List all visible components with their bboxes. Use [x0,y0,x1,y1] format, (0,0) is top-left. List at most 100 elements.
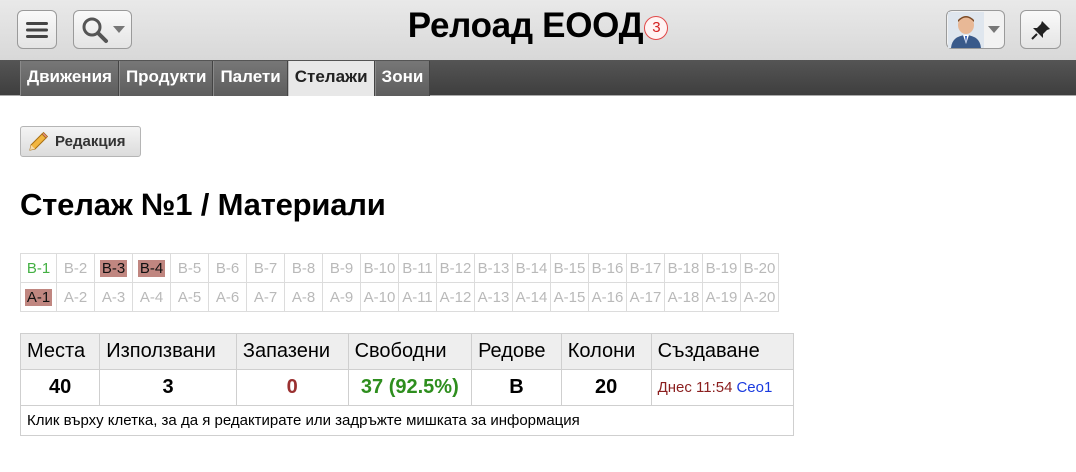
rack-cell-label: В-19 [705,259,738,277]
rack-cell[interactable]: В-6 [208,253,247,283]
rack-cell[interactable]: А-3 [94,282,133,312]
rack-cell[interactable]: А-7 [246,282,285,312]
rack-cell-label: В-5 [177,259,202,277]
rack-cell-label: В-20 [743,259,776,277]
tab-zones[interactable]: Зони [374,61,431,96]
rack-cell[interactable]: А-10 [360,282,399,312]
rack-cell[interactable]: В-2 [56,253,95,283]
rack-cell[interactable]: А-20 [740,282,779,312]
rack-cell[interactable]: А-13 [474,282,513,312]
rack-cell[interactable]: А-9 [322,282,361,312]
tab-pallets[interactable]: Палети [213,61,288,96]
rack-cell[interactable]: А-17 [626,282,665,312]
rack-cell[interactable]: В-7 [246,253,285,283]
rack-cell[interactable]: В-13 [474,253,513,283]
rack-cell-label: В-4 [137,259,166,277]
rack-cell[interactable]: В-9 [322,253,361,283]
rack-row: В-1 В-2 В-3 В-4 В-5 В-6 В-7 В-8 В-9 В-10 В-11 В-12 В… [20,253,779,283]
rack-cell[interactable]: В-4 [132,253,171,283]
pencil-icon [29,131,49,151]
header-created: Създаване [650,333,795,370]
rack-cell-label: В-16 [591,259,624,277]
rack-cell[interactable]: А-4 [132,282,171,312]
rack-cell-label: А-1 [24,288,53,306]
rack-cell[interactable]: А-1 [20,282,57,312]
value-reserved: 0 [235,369,349,406]
rack-cell[interactable]: А-14 [512,282,551,312]
value-free: 37 (92.5%) [347,369,473,406]
rack-cell[interactable]: А-8 [284,282,323,312]
rack-cell[interactable]: А-15 [550,282,589,312]
user-menu-button[interactable] [946,10,1005,49]
rack-cell-label: А-14 [515,288,548,306]
rack-stats-table: Места Използвани Запазени Свободни Редов… [19,333,795,436]
rack-grid: В-1 В-2 В-3 В-4 В-5 В-6 В-7 В-8 В-9 В-10 В-11 В-12 В… [20,253,779,312]
rack-cell[interactable]: А-6 [208,282,247,312]
rack-cell[interactable]: В-5 [170,253,209,283]
rack-cell[interactable]: В-12 [436,253,475,283]
rack-cell[interactable]: В-10 [360,253,399,283]
tab-movements[interactable]: Движения [20,61,119,96]
rack-cell[interactable]: В-17 [626,253,665,283]
rack-cell-label: А-20 [743,288,776,306]
notification-badge[interactable]: 3 [644,15,669,40]
header-rows: Редове [471,333,562,370]
rack-cell-label: А-4 [139,288,164,306]
rack-cell[interactable]: В-1 [20,253,57,283]
rack-row: А-1 А-2 А-3 А-4 А-5 А-6 А-7 А-8 А-9 А-10 А-11 А-12 А… [20,282,779,312]
edit-button[interactable]: Редакция [20,126,141,157]
rack-cell-label: В-2 [63,259,88,277]
rack-cell-label: В-12 [439,259,472,277]
rack-cell-label: В-18 [667,259,700,277]
rack-cell-label: А-19 [705,288,738,306]
rack-cell[interactable]: В-19 [702,253,741,283]
rack-cell-label: В-8 [291,259,316,277]
rack-cell[interactable]: А-11 [398,282,437,312]
stats-header-row: Места Използвани Запазени Свободни Редов… [19,333,795,370]
rack-cell[interactable]: А-12 [436,282,475,312]
tab-products[interactable]: Продукти [118,61,214,96]
rack-cell-label: А-16 [591,288,624,306]
rack-cell-label: А-5 [177,288,202,306]
stats-values-row: 40 3 0 37 (92.5%) B 20 Днес 11:54 Ceo1 [19,369,795,406]
rack-cell-label: А-18 [667,288,700,306]
rack-cell[interactable]: В-15 [550,253,589,283]
rack-cell[interactable]: В-16 [588,253,627,283]
pushpin-icon [1030,20,1050,40]
tab-racks[interactable]: Стелажи [287,61,375,96]
rack-cell[interactable]: В-14 [512,253,551,283]
pin-button[interactable] [1020,10,1061,49]
stats-hint-row: Клик върху клетка, за да я редактирате и… [20,405,794,436]
value-columns: 20 [560,369,652,406]
rack-cell-label: В-10 [363,259,396,277]
rack-cell[interactable]: В-18 [664,253,703,283]
rack-cell-label: А-8 [291,288,316,306]
header-used: Използвани [99,333,237,370]
rack-cell[interactable]: В-20 [740,253,779,283]
created-user-link[interactable]: Ceo1 [736,379,772,396]
value-rows: B [471,369,562,406]
rack-cell-label: В-3 [99,259,128,277]
rack-cell-label: А-13 [477,288,510,306]
rack-cell[interactable]: А-19 [702,282,741,312]
rack-cell-label: В-13 [477,259,510,277]
value-used: 3 [99,369,237,406]
rack-cell-label: А-12 [439,288,472,306]
chevron-down-icon [988,26,1000,33]
rack-cell[interactable]: А-2 [56,282,95,312]
rack-cell-label: В-14 [515,259,548,277]
rack-cell[interactable]: А-18 [664,282,703,312]
rack-cell[interactable]: А-16 [588,282,627,312]
rack-cell[interactable]: В-11 [398,253,437,283]
value-created: Днес 11:54 Ceo1 [650,369,795,406]
rack-cell-label: В-9 [329,259,354,277]
header-columns: Колони [560,333,652,370]
rack-cell-label: А-9 [329,288,354,306]
rack-cell[interactable]: В-8 [284,253,323,283]
rack-cell-label: А-6 [215,288,240,306]
rack-cell[interactable]: В-3 [94,253,133,283]
header-free: Свободни [347,333,473,370]
rack-cell-label: В-11 [402,259,433,277]
rack-cell[interactable]: А-5 [170,282,209,312]
rack-cell-label: В-1 [26,259,51,277]
